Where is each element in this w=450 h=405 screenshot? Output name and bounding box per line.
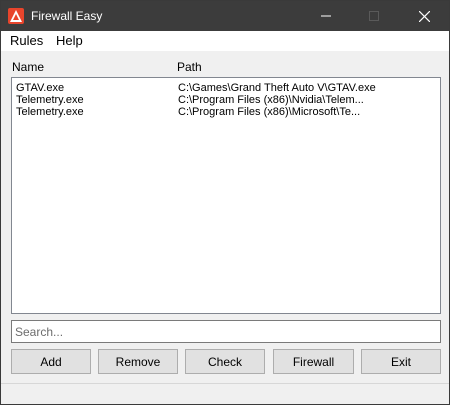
list-row[interactable]: Telemetry.exe C:\Program Files (x86)\Mic…	[12, 106, 440, 118]
row-name: Telemetry.exe	[16, 94, 84, 106]
row-path: C:\Program Files (x86)\Nvidia\Telem...	[178, 94, 364, 106]
row-name: Telemetry.exe	[16, 106, 84, 118]
rules-list[interactable]: GTAV.exe C:\Games\Grand Theft Auto V\GTA…	[11, 77, 441, 314]
row-path: C:\Program Files (x86)\Microsoft\Te...	[178, 106, 361, 118]
firewall-button[interactable]: Firewall	[273, 349, 354, 374]
row-path: C:\Games\Grand Theft Auto V\GTAV.exe	[178, 82, 376, 94]
maximize-button[interactable]	[351, 1, 397, 31]
close-button[interactable]	[401, 1, 447, 31]
list-row[interactable]: GTAV.exe C:\Games\Grand Theft Auto V\GTA…	[12, 82, 440, 94]
maximize-icon	[369, 11, 379, 21]
column-header-path[interactable]: Path	[177, 60, 202, 74]
app-window: Firewall Easy Rules Help Name Path GTAV.…	[0, 0, 450, 405]
remove-button[interactable]: Remove	[98, 349, 178, 374]
minimize-button[interactable]	[303, 1, 349, 31]
firewall-app-icon	[8, 8, 24, 24]
row-name: GTAV.exe	[16, 82, 65, 94]
menu-rules[interactable]: Rules	[10, 33, 43, 48]
list-row[interactable]: Telemetry.exe C:\Program Files (x86)\Nvi…	[12, 94, 440, 106]
menu-help[interactable]: Help	[56, 33, 83, 48]
check-button[interactable]: Check	[185, 349, 265, 374]
status-bar	[1, 383, 449, 404]
window-title: Firewall Easy	[31, 9, 103, 23]
close-icon	[418, 10, 430, 22]
exit-button[interactable]: Exit	[361, 349, 441, 374]
minimize-icon	[321, 15, 331, 17]
column-header-name[interactable]: Name	[12, 60, 44, 74]
search-input[interactable]	[11, 320, 441, 343]
menu-bar: Rules Help	[1, 31, 449, 51]
main-panel: Name Path GTAV.exe C:\Games\Grand Theft …	[1, 51, 449, 404]
title-bar[interactable]: Firewall Easy	[1, 1, 449, 31]
add-button[interactable]: Add	[11, 349, 91, 374]
